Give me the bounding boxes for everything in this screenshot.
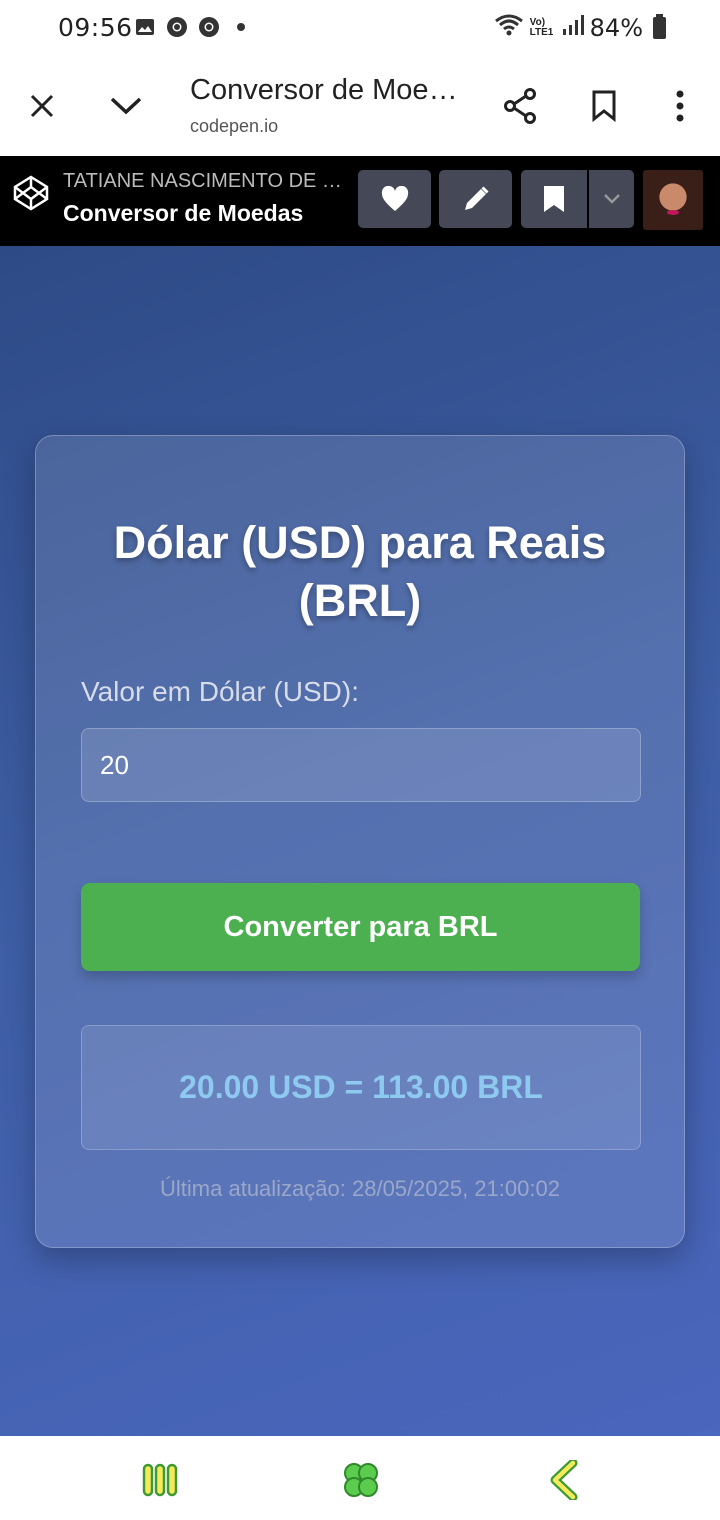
more-vert-icon: [676, 90, 684, 122]
chrome-icon: [198, 16, 220, 38]
chevron-down-icon: [603, 194, 620, 204]
converter-title: Dólar (USD) para Reais (BRL): [113, 517, 607, 626]
signal-icon: [562, 14, 584, 41]
page-title: Conversor de Moedas: [190, 74, 470, 106]
chevron-down-icon: [110, 97, 142, 115]
system-nav-bar: [0, 1436, 720, 1520]
gallery-icon: [134, 16, 156, 38]
back-icon: [550, 1460, 578, 1500]
last-update-text: Última atualização: 28/05/2025, 21:00:02: [160, 1176, 560, 1201]
conversion-result: 20.00 USD = 113.00 BRL: [179, 1069, 543, 1105]
status-time: 09:56: [58, 13, 133, 42]
bookmark-icon: [544, 186, 564, 212]
dot-icon: [230, 16, 252, 38]
minimize-button[interactable]: [100, 80, 152, 132]
share-icon: [504, 88, 536, 124]
battery-icon: [653, 13, 666, 39]
more-options-button[interactable]: [654, 80, 706, 132]
pen-author[interactable]: TATIANE NASCIMENTO DE SOUZA: [63, 170, 348, 193]
pen-preview: Dólar (USD) para Reais (BRL) Valor em Dó…: [0, 246, 720, 1436]
share-button[interactable]: [494, 80, 546, 132]
bookmark-icon: [592, 90, 616, 122]
pen-title: Conversor de Moedas: [63, 200, 304, 226]
status-bar: 09:56 Vo) LTE1 84%: [0, 0, 720, 56]
home-clover-icon: [344, 1463, 378, 1497]
chrome-icon: [166, 16, 188, 38]
close-icon: [30, 94, 54, 118]
close-tab-button[interactable]: [16, 80, 68, 132]
browser-toolbar: Conversor de Moedas codepen.io: [0, 56, 720, 157]
convert-button[interactable]: Converter para BRL: [81, 883, 640, 971]
back-button[interactable]: [540, 1456, 588, 1504]
collection-dropdown-button[interactable]: [589, 170, 634, 228]
status-indicators: Vo) LTE1 84%: [494, 13, 666, 42]
network-type-label: Vo) LTE1: [529, 16, 554, 38]
recent-apps-button[interactable]: [136, 1456, 184, 1504]
codepen-header: TATIANE NASCIMENTO DE SOUZA Conversor de…: [0, 156, 720, 246]
converter-card: Dólar (USD) para Reais (BRL) Valor em Dó…: [35, 435, 685, 1248]
recent-apps-icon: [142, 1463, 178, 1497]
avatar[interactable]: [643, 170, 703, 230]
amount-label: Valor em Dólar (USD):: [81, 676, 359, 707]
codepen-logo-icon[interactable]: [12, 174, 50, 212]
pencil-icon: [464, 186, 489, 210]
save-to-collection-button[interactable]: [521, 170, 587, 228]
wifi-icon: [494, 13, 524, 42]
heart-icon: [381, 186, 408, 211]
page-url: codepen.io: [190, 116, 279, 136]
edit-button[interactable]: [439, 170, 512, 228]
home-button[interactable]: [337, 1456, 385, 1504]
result-box: 20.00 USD = 113.00 BRL: [81, 1025, 641, 1150]
like-button[interactable]: [358, 170, 431, 228]
usd-amount-input[interactable]: [81, 728, 641, 802]
notification-icons: [134, 16, 252, 38]
battery-level: 84%: [589, 13, 643, 42]
bookmark-button[interactable]: [578, 80, 630, 132]
